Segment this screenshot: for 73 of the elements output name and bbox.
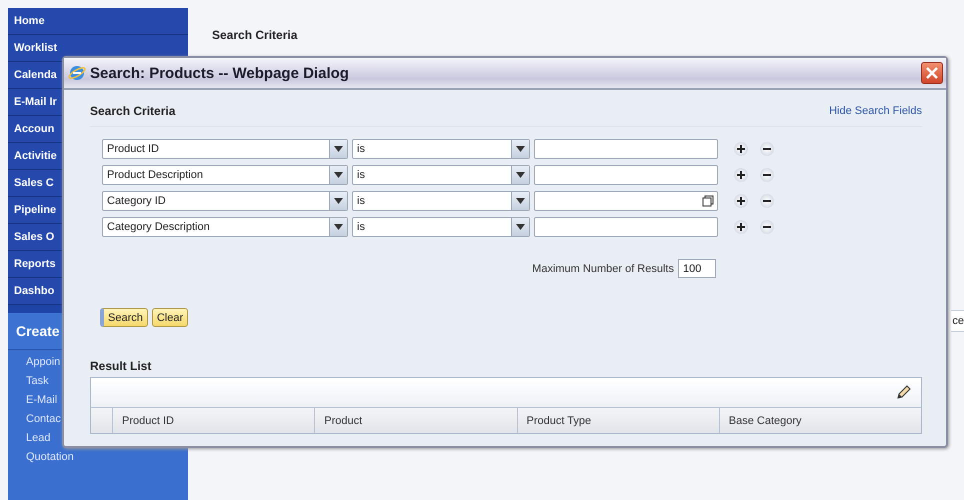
search-button[interactable]: Search	[100, 308, 148, 327]
minus-icon	[763, 197, 771, 205]
minus-icon	[763, 145, 771, 153]
add-row-button[interactable]	[734, 194, 748, 208]
plus-icon	[737, 197, 745, 205]
caret-icon	[511, 192, 529, 210]
remove-row-button[interactable]	[760, 168, 774, 182]
close-button[interactable]	[921, 62, 943, 84]
sidebar-item[interactable]: Worklist	[14, 42, 58, 54]
create-link[interactable]: E-Mail	[26, 394, 58, 409]
create-link[interactable]: Quotation	[26, 451, 74, 466]
column-header[interactable]: Base Category	[720, 408, 921, 433]
sidebar-item[interactable]: Calenda	[14, 69, 57, 81]
value-help-icon[interactable]	[702, 195, 714, 207]
field-dropdown[interactable]: Product Description	[102, 165, 348, 185]
remove-row-button[interactable]	[760, 142, 774, 156]
page-heading: Search Criteria	[212, 28, 298, 42]
operator-dropdown[interactable]: is	[352, 165, 530, 185]
caret-icon	[329, 166, 347, 184]
field-label: Maximum Number of Results	[532, 262, 674, 274]
field-dropdown[interactable]: Product ID	[102, 139, 348, 159]
create-link[interactable]: Lead	[26, 432, 50, 447]
minus-icon	[763, 223, 771, 231]
edit-icon[interactable]	[895, 384, 911, 400]
value-field[interactable]	[534, 165, 718, 185]
sidebar-item[interactable]: Home	[14, 15, 45, 27]
section-heading: Search Criteria	[90, 104, 176, 118]
column-header[interactable]: Product Type	[518, 408, 720, 433]
value-field[interactable]	[534, 217, 718, 237]
section-heading: Result List	[90, 359, 152, 373]
column-header[interactable]: Product ID	[113, 408, 316, 433]
section-heading[interactable]: Create	[16, 323, 60, 339]
create-link[interactable]: Contac	[26, 413, 61, 428]
create-link[interactable]: Appoin	[26, 356, 60, 371]
operator-dropdown[interactable]: is	[352, 217, 530, 237]
sidebar-item[interactable]: Reports	[14, 258, 56, 270]
clear-button[interactable]: Clear	[152, 308, 188, 327]
caret-icon	[329, 192, 347, 210]
minus-icon	[763, 171, 771, 179]
operator-dropdown[interactable]: is	[352, 139, 530, 159]
value-field[interactable]	[534, 139, 718, 159]
browser-icon	[68, 64, 86, 82]
sidebar-item[interactable]: Sales O	[14, 231, 54, 243]
add-row-button[interactable]	[734, 168, 748, 182]
plus-icon	[737, 171, 745, 179]
hide-fields-link[interactable]: Hide Search Fields	[829, 105, 922, 117]
sidebar-item[interactable]: Dashbo	[14, 285, 54, 297]
plus-icon	[737, 145, 745, 153]
sidebar-item[interactable]: Pipeline	[14, 204, 56, 216]
caret-icon	[511, 166, 529, 184]
caret-icon	[329, 140, 347, 158]
plus-icon	[737, 223, 745, 231]
create-link[interactable]: Task	[26, 375, 49, 390]
close-icon	[925, 66, 939, 80]
caret-icon	[511, 140, 529, 158]
value-field[interactable]	[534, 191, 718, 211]
sidebar-item[interactable]: Sales C	[14, 177, 54, 189]
remove-row-button[interactable]	[760, 194, 774, 208]
dialog-title: Search: Products -- Webpage Dialog	[90, 64, 349, 82]
operator-dropdown[interactable]: is	[352, 191, 530, 211]
remove-row-button[interactable]	[760, 220, 774, 234]
field-dropdown[interactable]: Category ID	[102, 191, 348, 211]
add-row-button[interactable]	[734, 142, 748, 156]
sidebar-item[interactable]: Activitie	[14, 150, 57, 162]
table-header: ce	[951, 310, 964, 332]
column-header[interactable]: Product	[315, 408, 518, 433]
sidebar-item[interactable]: Accoun	[14, 123, 54, 135]
add-row-button[interactable]	[734, 220, 748, 234]
max-results-field[interactable]: 100	[678, 259, 716, 278]
field-dropdown[interactable]: Category Description	[102, 217, 348, 237]
caret-icon	[329, 218, 347, 236]
caret-icon	[511, 218, 529, 236]
sidebar-item[interactable]: E-Mail Ir	[14, 96, 57, 108]
